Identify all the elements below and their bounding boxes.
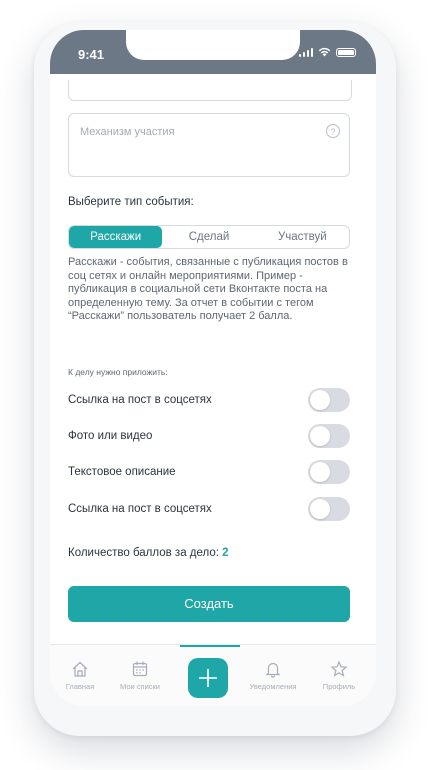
star-icon — [309, 659, 369, 679]
tab-label: Уведомления — [249, 682, 297, 691]
tab-profile[interactable]: Профиль — [309, 659, 369, 691]
bell-icon — [243, 659, 303, 679]
attachment-row: Фото или видео — [68, 424, 350, 448]
tab-my-lists[interactable]: Мои списки — [110, 659, 170, 691]
attachment-toggle[interactable] — [308, 424, 350, 448]
tab-label: Главная — [65, 682, 95, 691]
help-icon[interactable]: ? — [326, 124, 340, 138]
event-type-segmented-control: Расскажи Сделай Участвуй — [68, 225, 350, 249]
segment-sdelay[interactable]: Сделай — [162, 226, 255, 248]
points-line: Количество баллов за дело: 2 — [68, 547, 229, 559]
toggle-knob — [310, 462, 330, 482]
form-content: Механизм участия ? Выберите тип события:… — [50, 30, 376, 706]
notch — [126, 30, 300, 60]
tab-label: Профиль — [322, 682, 356, 691]
mechanism-placeholder: Механизм участия — [80, 126, 175, 138]
status-bar: 9:41 — [50, 30, 376, 74]
create-button[interactable]: Создать — [68, 586, 350, 622]
tab-home[interactable]: Главная — [50, 659, 110, 691]
toggle-knob — [310, 499, 330, 519]
toggle-knob — [310, 390, 330, 410]
attachment-label: Ссылка на пост в соцсетях — [68, 394, 212, 406]
attachment-row: Ссылка на пост в соцсетях — [68, 388, 350, 412]
toggle-knob — [310, 426, 330, 446]
segment-rasskazhi[interactable]: Расскажи — [69, 226, 163, 248]
event-type-title: Выберите тип события: — [68, 196, 194, 208]
plus-icon — [199, 669, 217, 687]
previous-field[interactable] — [68, 80, 352, 101]
attachment-toggle[interactable] — [308, 388, 350, 412]
fab-indicator — [180, 645, 240, 647]
status-time: 9:41 — [78, 47, 105, 62]
home-icon — [50, 659, 110, 679]
points-label: Количество баллов за дело: — [68, 547, 219, 559]
attachment-row: Текстовое описание — [68, 460, 350, 484]
segment-uchastvuy[interactable]: Участвуй — [256, 226, 349, 248]
signal-icon — [298, 47, 313, 57]
points-value: 2 — [222, 547, 229, 559]
screen: Механизм участия ? Выберите тип события:… — [50, 30, 376, 706]
attachment-label: Фото или видео — [68, 430, 153, 442]
attachment-toggle[interactable] — [308, 460, 350, 484]
mechanism-field[interactable]: Механизм участия ? — [68, 113, 350, 177]
system-icons — [298, 47, 356, 57]
calendar-icon — [110, 659, 170, 679]
attachment-row: Ссылка на пост в соцсетях — [68, 497, 350, 521]
tab-label: Мои списки — [120, 682, 160, 691]
wifi-icon — [318, 47, 331, 57]
battery-icon — [336, 47, 356, 57]
attach-title: К делу нужно приложить: — [68, 367, 168, 377]
attachment-toggle[interactable] — [308, 497, 350, 521]
tab-notifications[interactable]: Уведомления — [243, 659, 303, 691]
add-button[interactable] — [188, 658, 228, 698]
attachment-label: Ссылка на пост в соцсетях — [68, 503, 212, 515]
event-type-description: Расскажи - события, связанные с публикац… — [68, 256, 348, 322]
attachment-label: Текстовое описание — [68, 466, 176, 478]
